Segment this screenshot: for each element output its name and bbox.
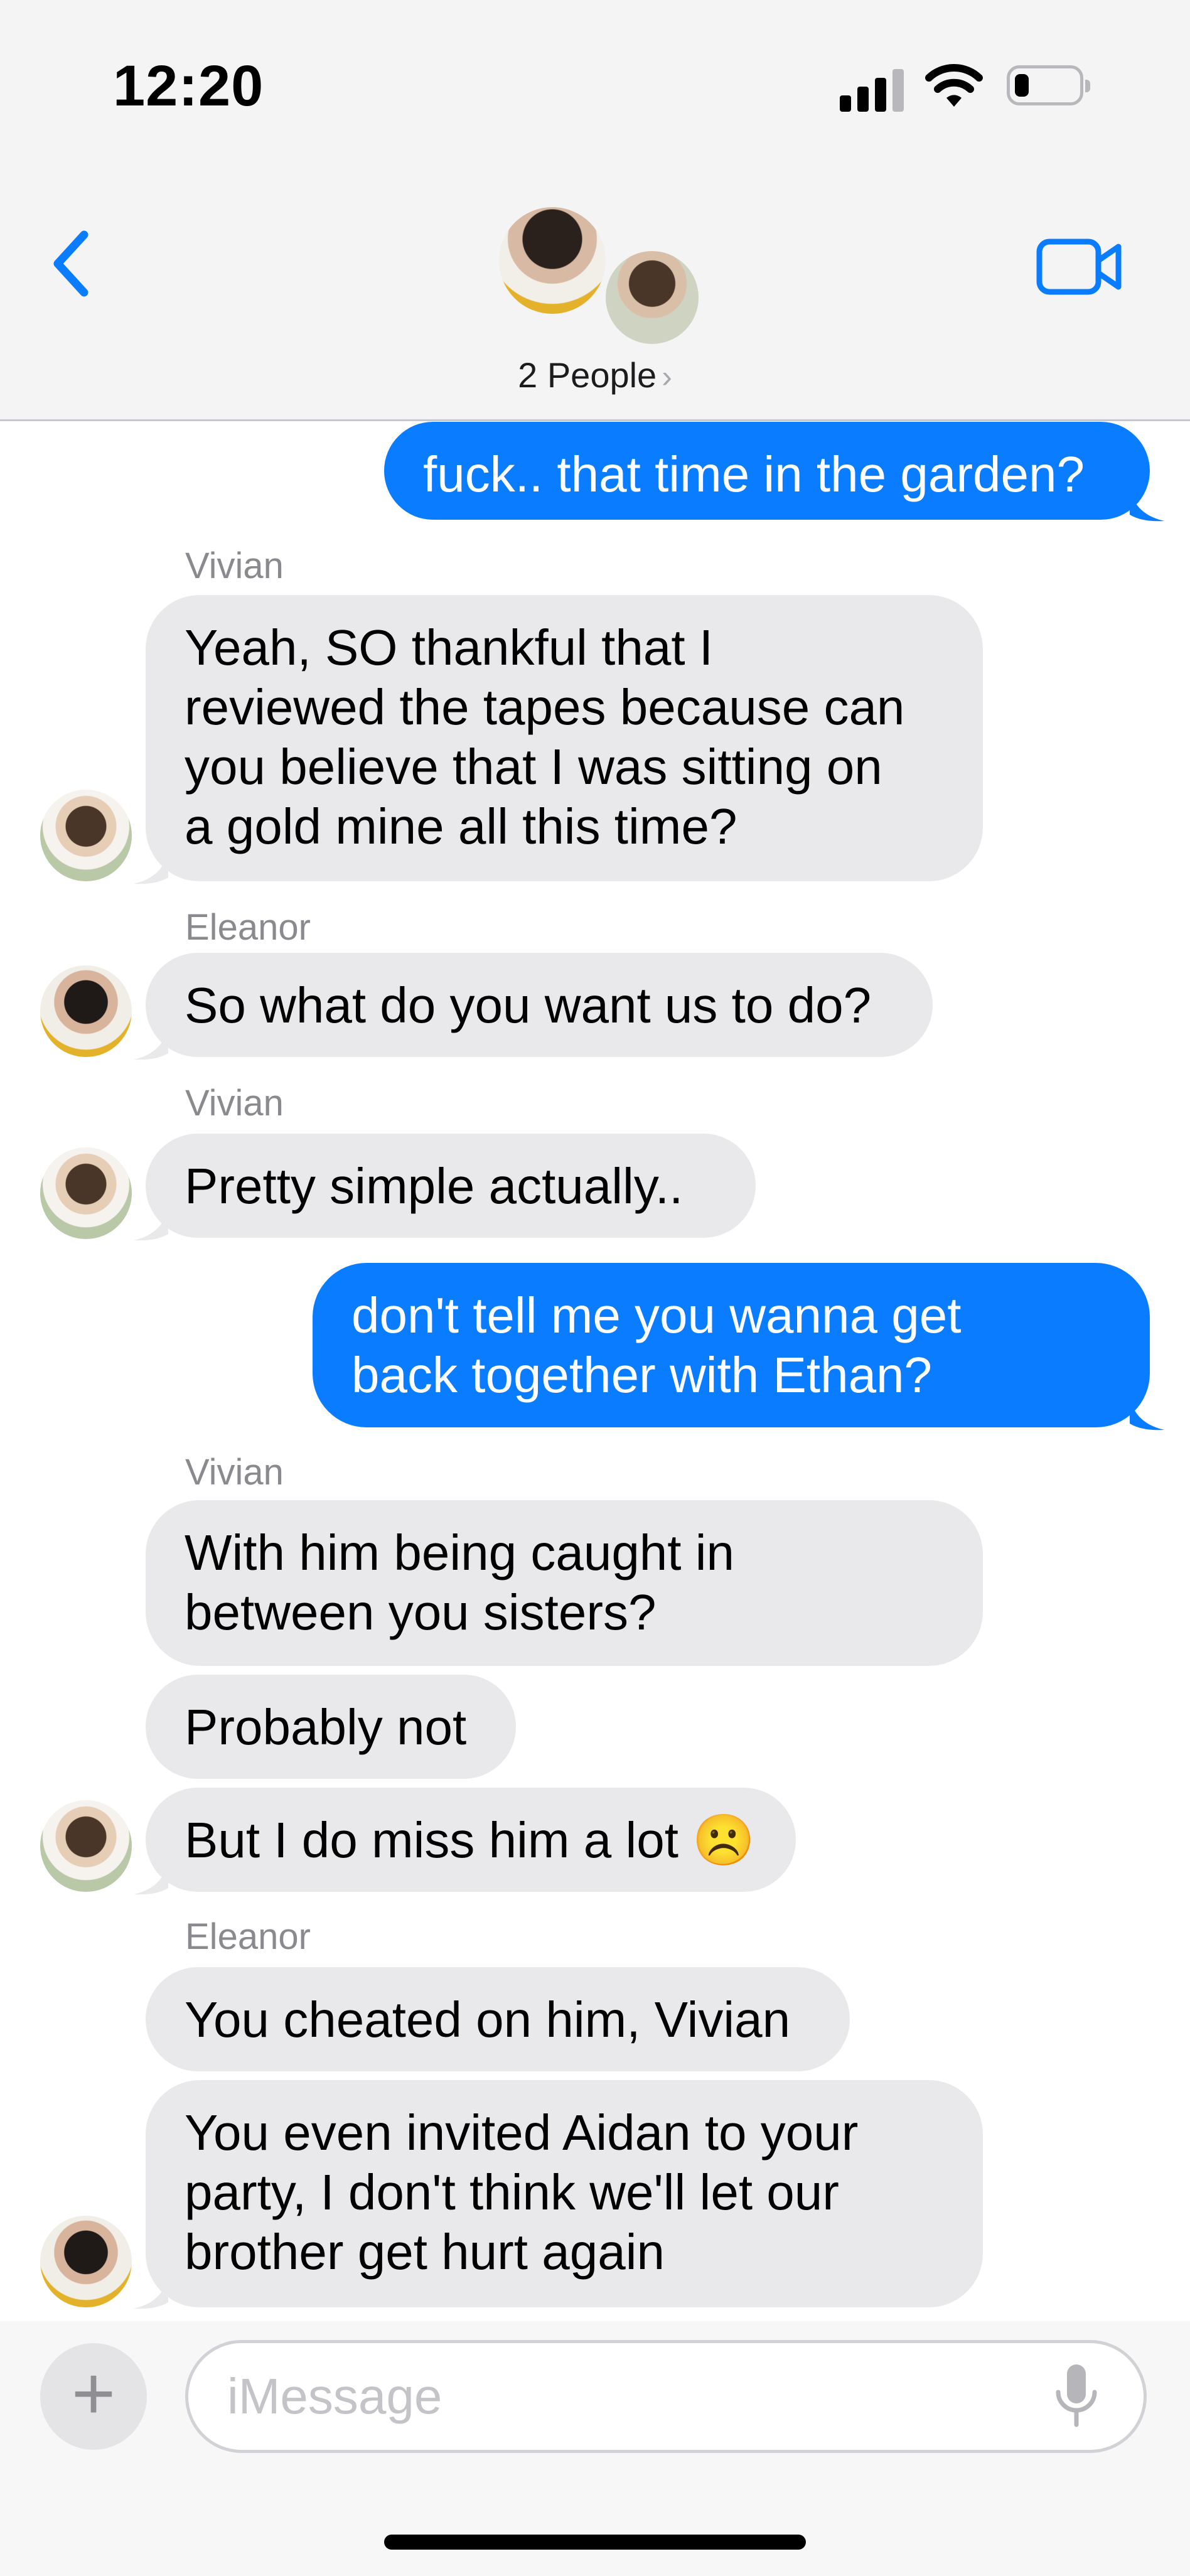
avatar-vivian: [603, 248, 702, 347]
bubble-tail: [134, 1863, 168, 1895]
message-line: between you sisters?: [185, 1584, 657, 1640]
sender-name: Eleanor: [185, 907, 311, 948]
message-outgoing[interactable]: don't tell me you wanna get back togethe…: [313, 1263, 1150, 1427]
message-text: Pretty simple actually..: [185, 1158, 683, 1214]
message-text: So what do you want us to do?: [185, 977, 872, 1033]
bubble-tail: [134, 852, 168, 884]
message-incoming[interactable]: Pretty simple actually..: [146, 1134, 756, 1238]
chevron-right-icon: ›: [662, 359, 672, 394]
avatar-eleanor: [496, 204, 609, 317]
sender-name: Vivian: [185, 1452, 284, 1493]
bubble-tail: [134, 1028, 168, 1060]
message-line: a gold mine all this time?: [185, 798, 737, 854]
message-incoming[interactable]: Probably not: [146, 1675, 516, 1779]
message-incoming[interactable]: So what do you want us to do?: [146, 953, 933, 1057]
sender-name: Vivian: [185, 1083, 284, 1124]
battery-icon: [1007, 65, 1090, 105]
message-line: Yeah, SO thankful that I: [185, 620, 714, 675]
microphone-icon[interactable]: [1054, 2362, 1098, 2431]
group-title[interactable]: 2 People ›: [0, 355, 1190, 395]
sender-name: Vivian: [185, 545, 284, 586]
message-incoming[interactable]: Yeah, SO thankful that I reviewed the ta…: [146, 595, 983, 881]
message-outgoing[interactable]: fuck.. that time in the garden?: [384, 422, 1150, 520]
home-indicator: [384, 2535, 806, 2550]
message-line: brother get hurt again: [185, 2224, 665, 2280]
avatar-eleanor[interactable]: [40, 965, 132, 1057]
group-avatar[interactable]: [496, 204, 702, 347]
group-name: 2 People: [518, 355, 657, 395]
bubble-tail: [1130, 1398, 1164, 1430]
avatar-vivian[interactable]: [40, 1800, 132, 1892]
message-incoming[interactable]: You even invited Aidan to your party, I …: [146, 2080, 983, 2307]
bubble-tail: [134, 1209, 168, 1241]
message-line: you believe that I was sitting on: [185, 739, 882, 795]
avatar-vivian[interactable]: [40, 790, 132, 881]
message-line: reviewed the tapes because can: [185, 679, 905, 735]
video-camera-icon[interactable]: [1036, 235, 1123, 298]
message-line: You even invited Aidan to your: [185, 2105, 859, 2160]
message-line: back together with Ethan?: [351, 1347, 933, 1403]
conversation-header: 12:20 2 People ›: [0, 0, 1190, 421]
bubble-tail: [134, 2277, 168, 2309]
imessage-input[interactable]: [185, 2340, 1147, 2453]
message-text: But I do miss him a lot ☹️: [185, 1812, 755, 1868]
message-line: With him being caught in: [185, 1525, 735, 1580]
message-text: fuck.. that time in the garden?: [423, 446, 1085, 502]
message-line: don't tell me you wanna get: [351, 1287, 962, 1343]
wifi-icon: [925, 64, 983, 107]
avatar-eleanor[interactable]: [40, 2216, 132, 2307]
message-text: Probably not: [185, 1699, 467, 1755]
message-incoming[interactable]: But I do miss him a lot ☹️: [146, 1788, 796, 1892]
back-chevron-icon[interactable]: [44, 226, 100, 301]
avatar-vivian[interactable]: [40, 1147, 132, 1239]
message-text: You cheated on him, Vivian: [185, 1992, 791, 2047]
plus-button[interactable]: +: [40, 2343, 147, 2450]
message-composer: +: [0, 2321, 1190, 2576]
message-incoming[interactable]: With him being caught in between you sis…: [146, 1500, 983, 1666]
bubble-tail: [1130, 490, 1164, 522]
plus-icon: +: [71, 2351, 116, 2435]
cellular-signal-icon: [840, 69, 905, 112]
message-line: party, I don't think we'll let our: [185, 2164, 839, 2220]
message-incoming[interactable]: You cheated on him, Vivian: [146, 1967, 850, 2071]
status-time: 12:20: [113, 54, 264, 118]
sender-name: Eleanor: [185, 1916, 311, 1957]
message-thread[interactable]: fuck.. that time in the garden? Vivian Y…: [0, 419, 1190, 2321]
